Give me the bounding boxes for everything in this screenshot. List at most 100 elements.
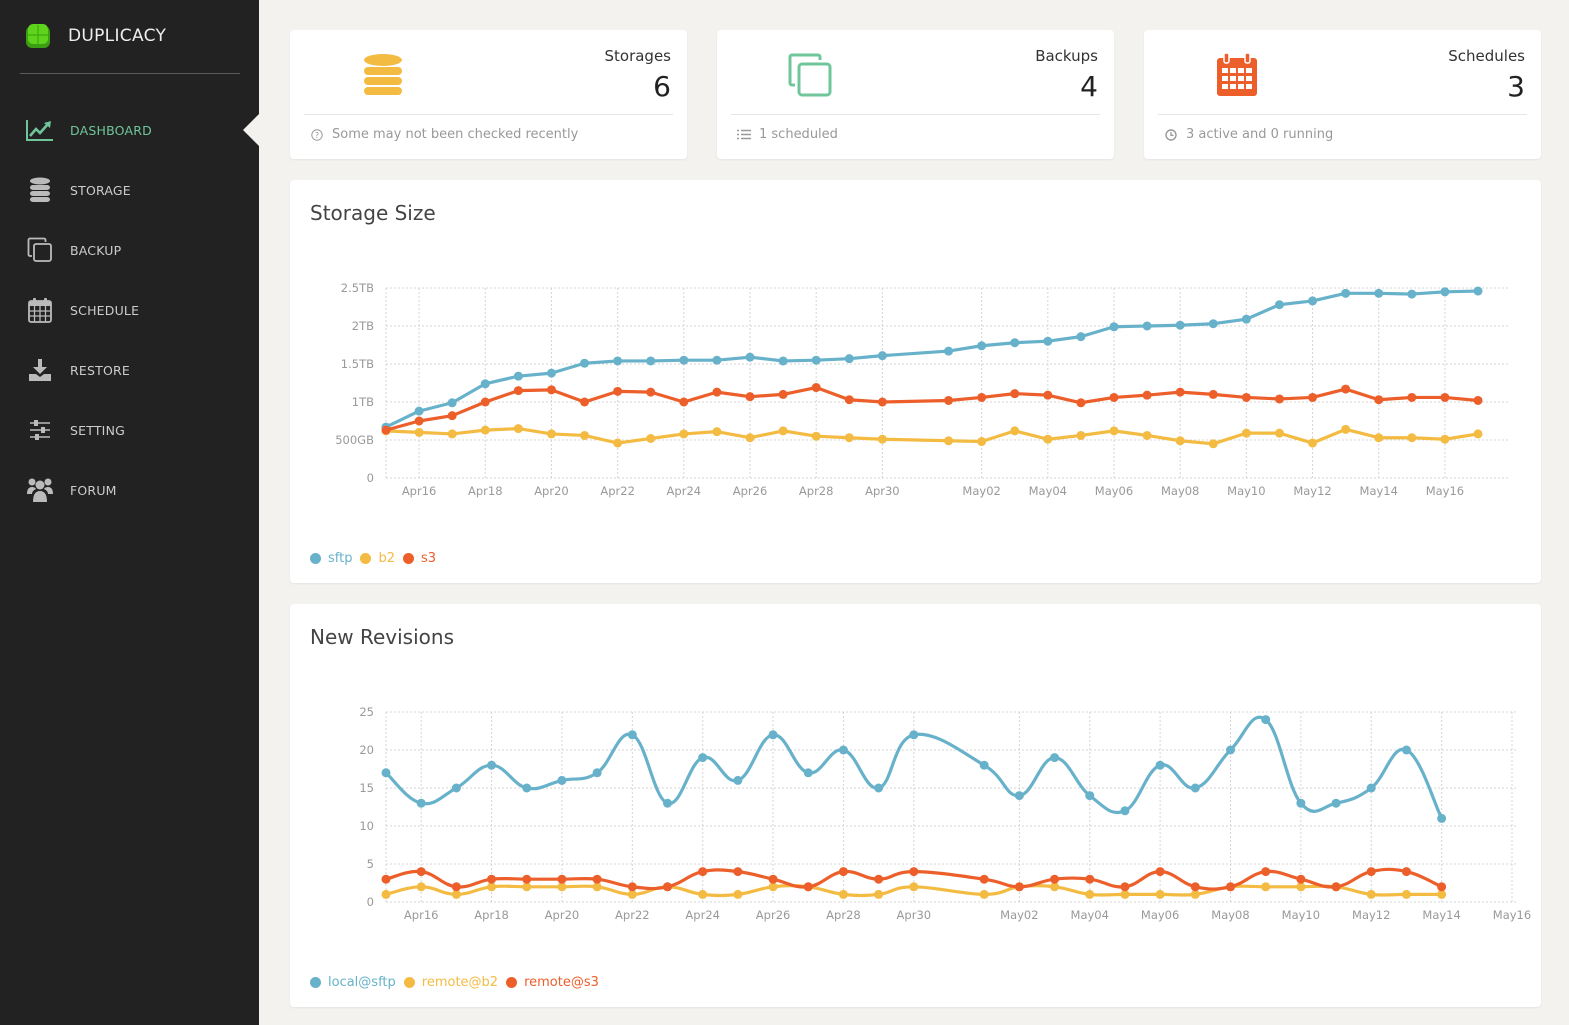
data-point[interactable] [522,783,532,793]
data-point[interactable] [1076,430,1086,440]
data-point[interactable] [487,874,497,884]
data-point[interactable] [745,352,755,362]
data-point[interactable] [546,429,556,439]
data-point[interactable] [1010,338,1020,348]
data-point[interactable] [447,411,457,421]
data-point[interactable] [1437,882,1447,892]
data-point[interactable] [877,351,887,361]
data-point[interactable] [1014,882,1024,892]
data-point[interactable] [844,395,854,405]
data-point[interactable] [1473,429,1483,439]
data-point[interactable] [1274,394,1284,404]
data-point[interactable] [1440,287,1450,297]
data-point[interactable] [480,425,490,435]
data-point[interactable] [580,358,590,368]
data-point[interactable] [877,397,887,407]
data-point[interactable] [1401,889,1411,899]
data-point[interactable] [1208,389,1218,399]
data-point[interactable] [1043,390,1053,400]
data-point[interactable] [838,889,848,899]
data-point[interactable] [979,874,989,884]
data-point[interactable] [414,406,424,416]
data-point[interactable] [1241,428,1251,438]
data-point[interactable] [712,387,722,397]
data-point[interactable] [1155,760,1165,770]
data-point[interactable] [1374,433,1384,443]
data-point[interactable] [977,437,987,447]
sidebar-item-schedule[interactable]: SCHEDULE [0,280,259,340]
data-point[interactable] [1120,882,1130,892]
sidebar-item-forum[interactable]: FORUM [0,460,259,520]
data-point[interactable] [1190,882,1200,892]
data-point[interactable] [447,429,457,439]
data-point[interactable] [909,730,919,740]
data-point[interactable] [977,341,987,351]
data-point[interactable] [663,798,672,808]
legend-item-local-sftp[interactable]: local@sftp [310,975,396,990]
data-point[interactable] [733,889,743,899]
data-point[interactable] [1401,745,1411,755]
data-point[interactable] [627,730,637,740]
data-point[interactable] [1261,715,1271,725]
legend-item-remote-s3[interactable]: remote@s3 [506,975,599,990]
data-point[interactable] [1374,395,1384,405]
data-point[interactable] [679,397,689,407]
backups-card[interactable]: Backups 4 1 scheduled [717,30,1114,159]
data-point[interactable] [698,889,708,899]
data-point[interactable] [811,383,821,393]
data-point[interactable] [546,385,556,395]
data-point[interactable] [698,867,708,877]
data-point[interactable] [1142,430,1152,440]
data-point[interactable] [416,798,426,808]
data-point[interactable] [557,874,567,884]
data-point[interactable] [811,355,821,365]
data-point[interactable] [1437,813,1447,823]
data-point[interactable] [874,889,884,899]
data-point[interactable] [646,356,656,366]
data-point[interactable] [944,395,954,405]
data-point[interactable] [414,416,424,426]
data-point[interactable] [546,368,556,378]
data-point[interactable] [909,882,919,892]
data-point[interactable] [580,430,590,440]
data-point[interactable] [613,386,623,396]
data-point[interactable] [1296,798,1306,808]
data-point[interactable] [745,392,755,402]
data-point[interactable] [1296,874,1306,884]
data-point[interactable] [1155,867,1165,877]
data-point[interactable] [874,783,884,793]
data-point[interactable] [1440,392,1450,402]
data-point[interactable] [1241,314,1251,324]
data-point[interactable] [1155,889,1165,899]
data-point[interactable] [1374,288,1384,298]
data-point[interactable] [1226,882,1235,892]
data-point[interactable] [1010,426,1020,436]
data-point[interactable] [1308,296,1318,306]
data-point[interactable] [480,379,490,389]
sidebar-item-setting[interactable]: SETTING [0,400,259,460]
data-point[interactable] [733,867,743,877]
data-point[interactable] [1473,286,1483,296]
data-point[interactable] [1085,889,1095,899]
data-point[interactable] [1208,319,1218,329]
legend-item-remote-b2[interactable]: remote@b2 [403,975,498,990]
data-point[interactable] [522,874,532,884]
data-point[interactable] [1401,867,1411,877]
data-point[interactable] [1076,332,1086,342]
data-point[interactable] [1241,392,1251,402]
data-point[interactable] [513,386,523,396]
data-point[interactable] [698,753,708,763]
data-point[interactable] [1085,791,1095,801]
data-point[interactable] [778,356,788,366]
data-point[interactable] [451,882,461,892]
data-point[interactable] [1085,874,1095,884]
data-point[interactable] [1308,392,1318,402]
sidebar-item-restore[interactable]: RESTORE [0,340,259,400]
sidebar-item-dashboard[interactable]: DASHBOARD [0,100,259,160]
sidebar-item-backup[interactable]: BACKUP [0,220,259,280]
data-point[interactable] [1043,434,1053,444]
data-point[interactable] [416,882,426,892]
data-point[interactable] [844,433,854,443]
data-point[interactable] [513,424,523,434]
data-point[interactable] [944,346,954,356]
